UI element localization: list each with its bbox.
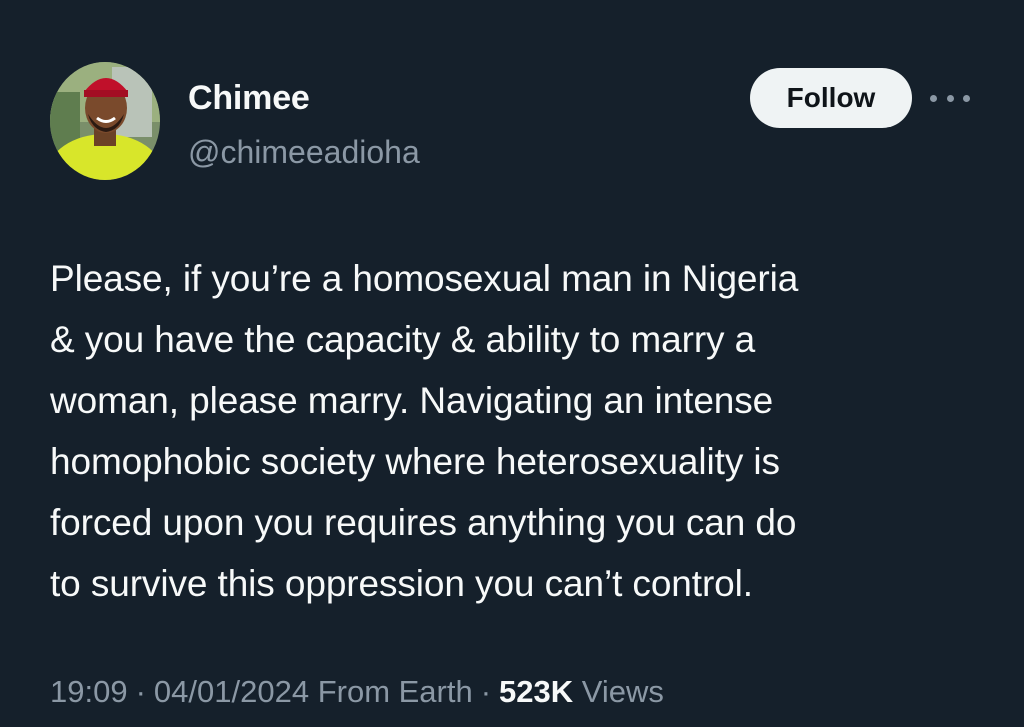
meta-separator: · xyxy=(135,674,146,709)
follow-button[interactable]: Follow xyxy=(750,68,912,128)
author-avatar[interactable] xyxy=(50,62,160,180)
more-dot xyxy=(963,94,970,102)
tweet-source: From Earth xyxy=(317,674,473,709)
author-display-name[interactable]: Chimee xyxy=(188,78,420,118)
author-info: Chimee @chimeeadioha xyxy=(188,78,420,172)
tweet-date[interactable]: 04/01/2024 xyxy=(154,674,309,709)
meta-separator: · xyxy=(480,674,492,709)
avatar-photo-icon xyxy=(50,62,160,180)
tweet-meta: 19:09 · 04/01/2024 From Earth · 523K Views xyxy=(50,668,664,716)
author-handle[interactable]: @chimeeadioha xyxy=(188,132,420,172)
more-dot xyxy=(946,94,954,102)
more-options-icon[interactable] xyxy=(930,86,970,110)
tweet-card: Chimee @chimeeadioha Follow Please, if y… xyxy=(0,0,1024,727)
views-label: Views xyxy=(581,674,664,709)
more-dot xyxy=(930,94,937,102)
views-count: 523K xyxy=(499,674,574,709)
tweet-time[interactable]: 19:09 xyxy=(50,674,128,709)
tweet-text: Please, if you’re a homosexual man in Ni… xyxy=(50,258,799,604)
